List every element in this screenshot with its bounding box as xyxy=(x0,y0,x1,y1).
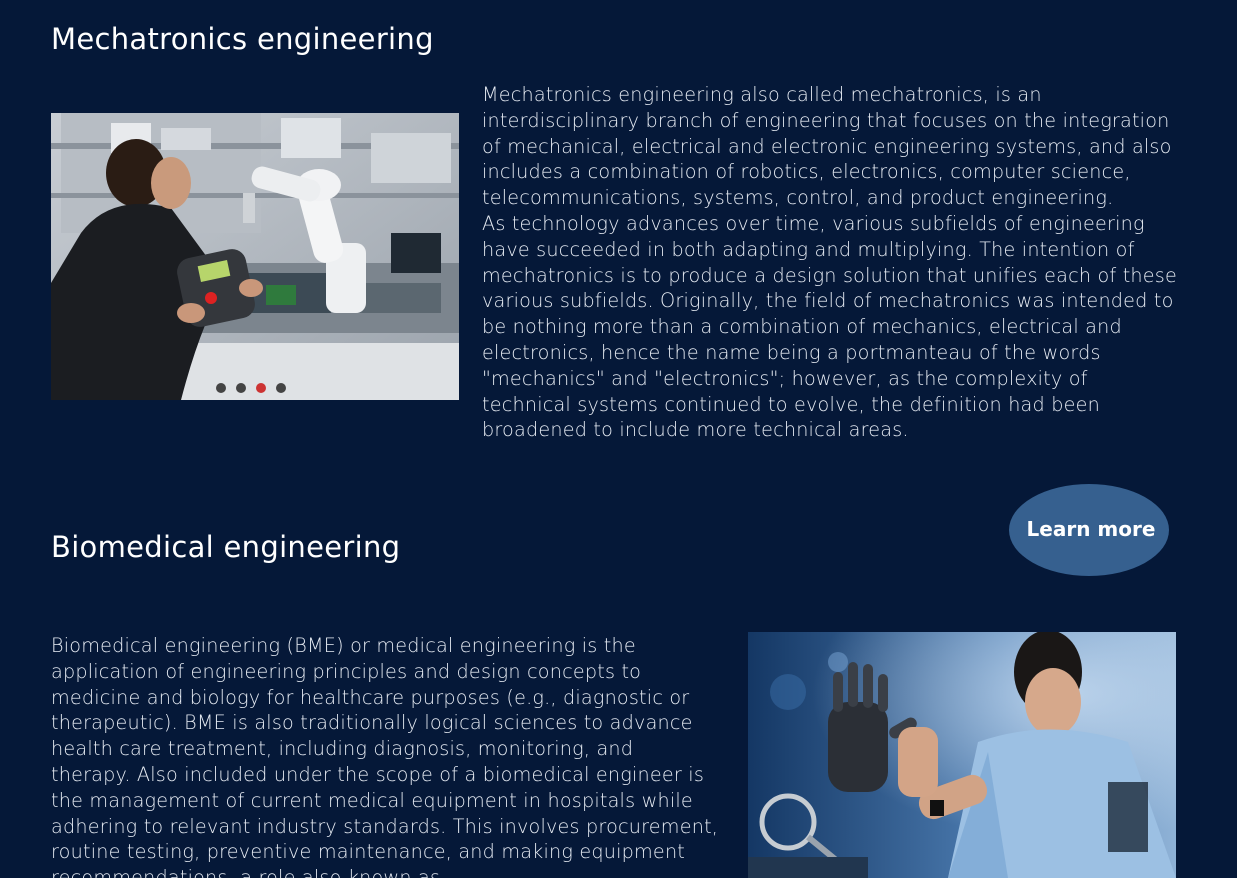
mechatronics-title: Mechatronics engineering xyxy=(51,22,434,56)
mechatronics-photo xyxy=(51,113,459,400)
biomedical-paragraph: Biomedical engineering (BME) or medical … xyxy=(51,634,719,878)
biomedical-title: Biomedical engineering xyxy=(51,530,401,564)
learn-more-button[interactable]: Learn more xyxy=(1009,484,1169,576)
mechatronics-paragraph-2: As technology advances over time, variou… xyxy=(482,211,1177,442)
page: Mechatronics engineering Mechatronics en… xyxy=(0,0,1237,878)
mechatronics-paragraph-1: Mechatronics engineering also called mec… xyxy=(482,83,1172,210)
biomedical-photo xyxy=(748,632,1176,878)
biomedical-description: Biomedical engineering (BME) or medical … xyxy=(51,633,719,878)
mechatronics-description: Mechatronics engineering also called mec… xyxy=(482,82,1182,443)
